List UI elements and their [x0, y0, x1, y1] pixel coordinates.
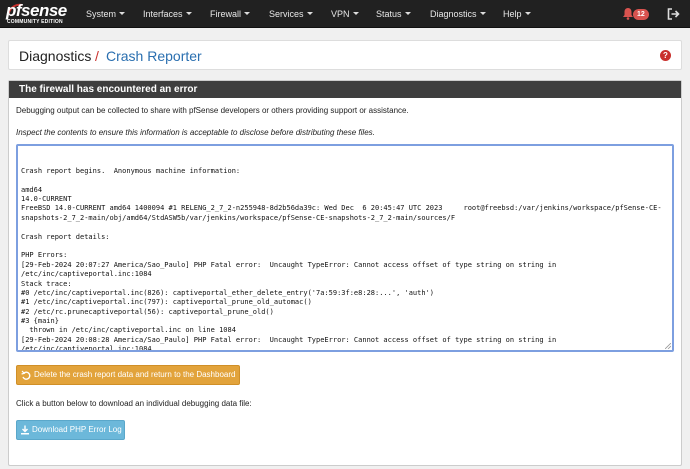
chevron-down-icon	[119, 12, 126, 16]
logout-icon[interactable]	[667, 8, 680, 20]
download-button-label: Download PHP Error Log	[32, 425, 122, 434]
chevron-down-icon	[244, 12, 251, 16]
report-line	[21, 242, 669, 251]
report-line: Crash report details:	[21, 232, 110, 241]
chevron-down-icon	[524, 12, 531, 16]
report-line	[21, 223, 669, 232]
undo-icon	[21, 370, 31, 380]
chevron-down-icon	[185, 12, 192, 16]
report-line: /etc/inc/captiveportal.inc:1084	[21, 270, 152, 279]
notification-badge[interactable]: 12	[633, 9, 649, 20]
nav-vpn-label: VPN	[331, 9, 350, 19]
nav-system[interactable]: System	[86, 0, 126, 28]
breadcrumb-separator: /	[95, 48, 99, 64]
chevron-down-icon	[479, 12, 486, 16]
nav-status[interactable]: Status	[376, 0, 411, 28]
breadcrumb: Diagnostics / Crash Reporter ?	[8, 40, 682, 70]
delete-crash-report-button[interactable]: Delete the crash report data and return …	[16, 365, 240, 385]
report-line: #2 /etc/rc.prunecaptiveportal(56): capti…	[21, 307, 274, 316]
download-php-error-log-button[interactable]: Download PHP Error Log	[16, 420, 125, 440]
crash-report-textarea[interactable]: Crash report begins. Anonymous machine i…	[16, 144, 674, 352]
nav-help[interactable]: Help	[503, 0, 531, 28]
panel-heading: The firewall has encountered an error	[9, 81, 681, 98]
intro-text: Debugging output can be collected to sha…	[16, 106, 409, 115]
report-line: PHP Errors:	[21, 251, 68, 260]
delete-button-label: Delete the crash report data and return …	[34, 370, 236, 379]
report-line: 14.0-CURRENT	[21, 194, 72, 203]
nav-diagnostics-label: Diagnostics	[430, 9, 477, 19]
nav-status-label: Status	[376, 9, 402, 19]
nav-diagnostics[interactable]: Diagnostics	[430, 0, 486, 28]
breadcrumb-root: Diagnostics	[19, 48, 92, 64]
pfsense-logo[interactable]: pfsense COMMUNITY EDITION	[6, 2, 70, 26]
report-line: [29-Feb-2024 20:08:28 America/Sao_Paulo]…	[21, 335, 557, 344]
chevron-down-icon	[352, 12, 359, 16]
report-line: Crash report begins. Anonymous machine i…	[21, 166, 241, 175]
chevron-down-icon	[306, 12, 313, 16]
nav-firewall-label: Firewall	[210, 9, 242, 19]
nav-services-label: Services	[269, 9, 304, 19]
report-line: #0 /etc/inc/captiveportal.inc(826): capt…	[21, 288, 435, 297]
nav-services[interactable]: Services	[269, 0, 313, 28]
report-line: snapshots-2_7_2-main/obj/amd64/StdASW5b/…	[21, 213, 456, 222]
report-line: #1 /etc/inc/captiveportal.inc(797): capt…	[21, 298, 312, 307]
nav-system-label: System	[86, 9, 117, 19]
help-icon[interactable]: ?	[660, 50, 671, 61]
nav-interfaces[interactable]: Interfaces	[143, 0, 192, 28]
report-line: /etc/inc/captiveportal.inc:1084	[21, 345, 152, 352]
inspect-note: Inspect the contents to ensure this info…	[16, 128, 375, 137]
report-line: [29-Feb-2024 20:07:27 America/Sao_Paulo]…	[21, 260, 557, 269]
nav-firewall[interactable]: Firewall	[210, 0, 251, 28]
breadcrumb-current[interactable]: Crash Reporter	[106, 48, 202, 64]
report-line: FreeBSD 14.0-CURRENT amd64 1400094 #1 RE…	[21, 204, 662, 213]
report-line: amd64	[21, 185, 43, 194]
top-navbar: pfsense COMMUNITY EDITION System Interfa…	[0, 0, 690, 28]
report-line: thrown in /etc/inc/captiveportal.inc on …	[21, 326, 236, 335]
nav-vpn[interactable]: VPN	[331, 0, 359, 28]
download-prompt: Click a button below to download an indi…	[16, 399, 252, 408]
report-line: Stack trace:	[21, 279, 72, 288]
crash-report-panel: The firewall has encountered an error De…	[8, 80, 682, 466]
nav-interfaces-label: Interfaces	[143, 9, 183, 19]
nav-help-label: Help	[503, 9, 522, 19]
chevron-down-icon	[404, 12, 411, 16]
resize-handle-icon[interactable]	[665, 343, 671, 349]
download-icon	[21, 425, 29, 435]
report-line: #3 {main}	[21, 317, 59, 326]
report-line	[21, 176, 669, 185]
logo-wordmark: pfsense	[6, 1, 67, 20]
logo-subtitle: COMMUNITY EDITION	[7, 19, 63, 25]
